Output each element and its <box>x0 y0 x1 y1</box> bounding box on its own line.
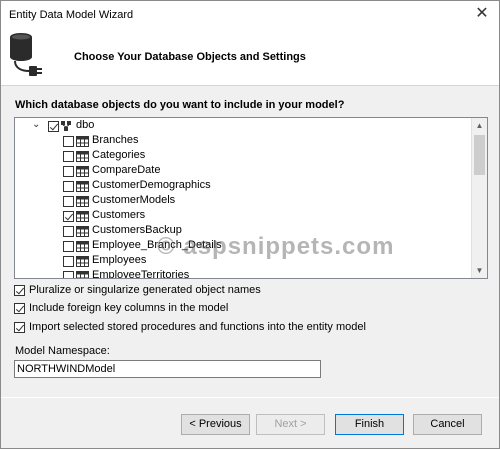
table-checkbox[interactable] <box>63 196 74 207</box>
scroll-thumb[interactable] <box>474 135 485 175</box>
objects-question-label: Which database objects do you want to in… <box>15 99 345 111</box>
tree-item-label: EmployeeTerritories <box>92 269 190 279</box>
chevron-down-icon[interactable]: ⌄ <box>32 119 42 130</box>
option-checkbox[interactable] <box>14 285 25 296</box>
table-icon <box>76 196 89 207</box>
previous-button[interactable]: < Previous <box>181 414 250 435</box>
namespace-label: Model Namespace: <box>15 345 110 357</box>
table-icon <box>76 226 89 237</box>
table-checkbox[interactable] <box>63 181 74 192</box>
option-checkbox[interactable] <box>14 322 25 333</box>
tree-item-label: Employees <box>92 254 147 266</box>
table-checkbox[interactable] <box>63 211 74 222</box>
title-bar: Entity Data Model Wizard ✕ <box>1 1 499 29</box>
cancel-button[interactable]: Cancel <box>413 414 482 435</box>
tree-root-dbo[interactable]: ⌄ dbo <box>15 119 470 134</box>
tree-item-label: Customers <box>92 209 146 221</box>
table-icon <box>76 241 89 252</box>
tree-item-table[interactable]: CompareDate <box>15 164 470 179</box>
footer-divider <box>1 397 499 398</box>
close-button[interactable]: ✕ <box>471 4 493 24</box>
table-icon <box>76 151 89 162</box>
option-label: Include foreign key columns in the model <box>29 302 229 314</box>
tree-item-table[interactable]: CustomerDemographics <box>15 179 470 194</box>
tree-item-table[interactable]: Branches <box>15 134 470 149</box>
table-checkbox[interactable] <box>63 271 74 278</box>
table-icon <box>76 136 89 147</box>
table-icon <box>76 166 89 177</box>
table-checkbox[interactable] <box>63 166 74 177</box>
option-checkbox[interactable] <box>14 303 25 314</box>
table-icon <box>76 271 89 278</box>
watermark-text: © aspsnippets.com <box>157 233 395 260</box>
dbo-checkbox[interactable] <box>48 121 59 132</box>
table-checkbox[interactable] <box>63 136 74 147</box>
tree-scrollbar[interactable]: ▲ ▼ <box>471 118 487 278</box>
page-title: Choose Your Database Objects and Setting… <box>74 51 306 63</box>
tree-item-label: dbo <box>76 119 95 131</box>
schema-icon <box>61 121 71 131</box>
tree-item-table[interactable]: EmployeeTerritories <box>15 269 470 279</box>
table-checkbox[interactable] <box>63 151 74 162</box>
scroll-down-icon[interactable]: ▼ <box>472 263 487 278</box>
namespace-input[interactable] <box>14 360 321 378</box>
database-connect-icon <box>10 33 42 76</box>
tree-item-table[interactable]: Categories <box>15 149 470 164</box>
tree-item-table[interactable]: CustomerModels <box>15 194 470 209</box>
tree-item-table[interactable]: Customers <box>15 209 470 224</box>
wizard-header: Choose Your Database Objects and Setting… <box>1 29 499 86</box>
tree-item-label: CompareDate <box>92 164 161 176</box>
table-checkbox[interactable] <box>63 226 74 237</box>
option-label: Pluralize or singularize generated objec… <box>29 284 261 296</box>
tree-item-label: Categories <box>92 149 146 161</box>
tree-item-label: Branches <box>92 134 139 146</box>
tree-item-label: CustomerModels <box>92 194 176 206</box>
tree-item-label: CustomerDemographics <box>92 179 211 191</box>
wizard-window: Entity Data Model Wizard ✕ Choose Your D… <box>0 0 500 449</box>
table-icon <box>76 256 89 267</box>
table-checkbox[interactable] <box>63 241 74 252</box>
table-icon <box>76 211 89 222</box>
scroll-up-icon[interactable]: ▲ <box>472 118 487 133</box>
window-title: Entity Data Model Wizard <box>9 9 134 21</box>
next-button[interactable]: Next > <box>256 414 325 435</box>
table-checkbox[interactable] <box>63 256 74 267</box>
finish-button[interactable]: Finish <box>335 414 404 435</box>
option-label: Import selected stored procedures and fu… <box>29 321 366 333</box>
table-icon <box>76 181 89 192</box>
